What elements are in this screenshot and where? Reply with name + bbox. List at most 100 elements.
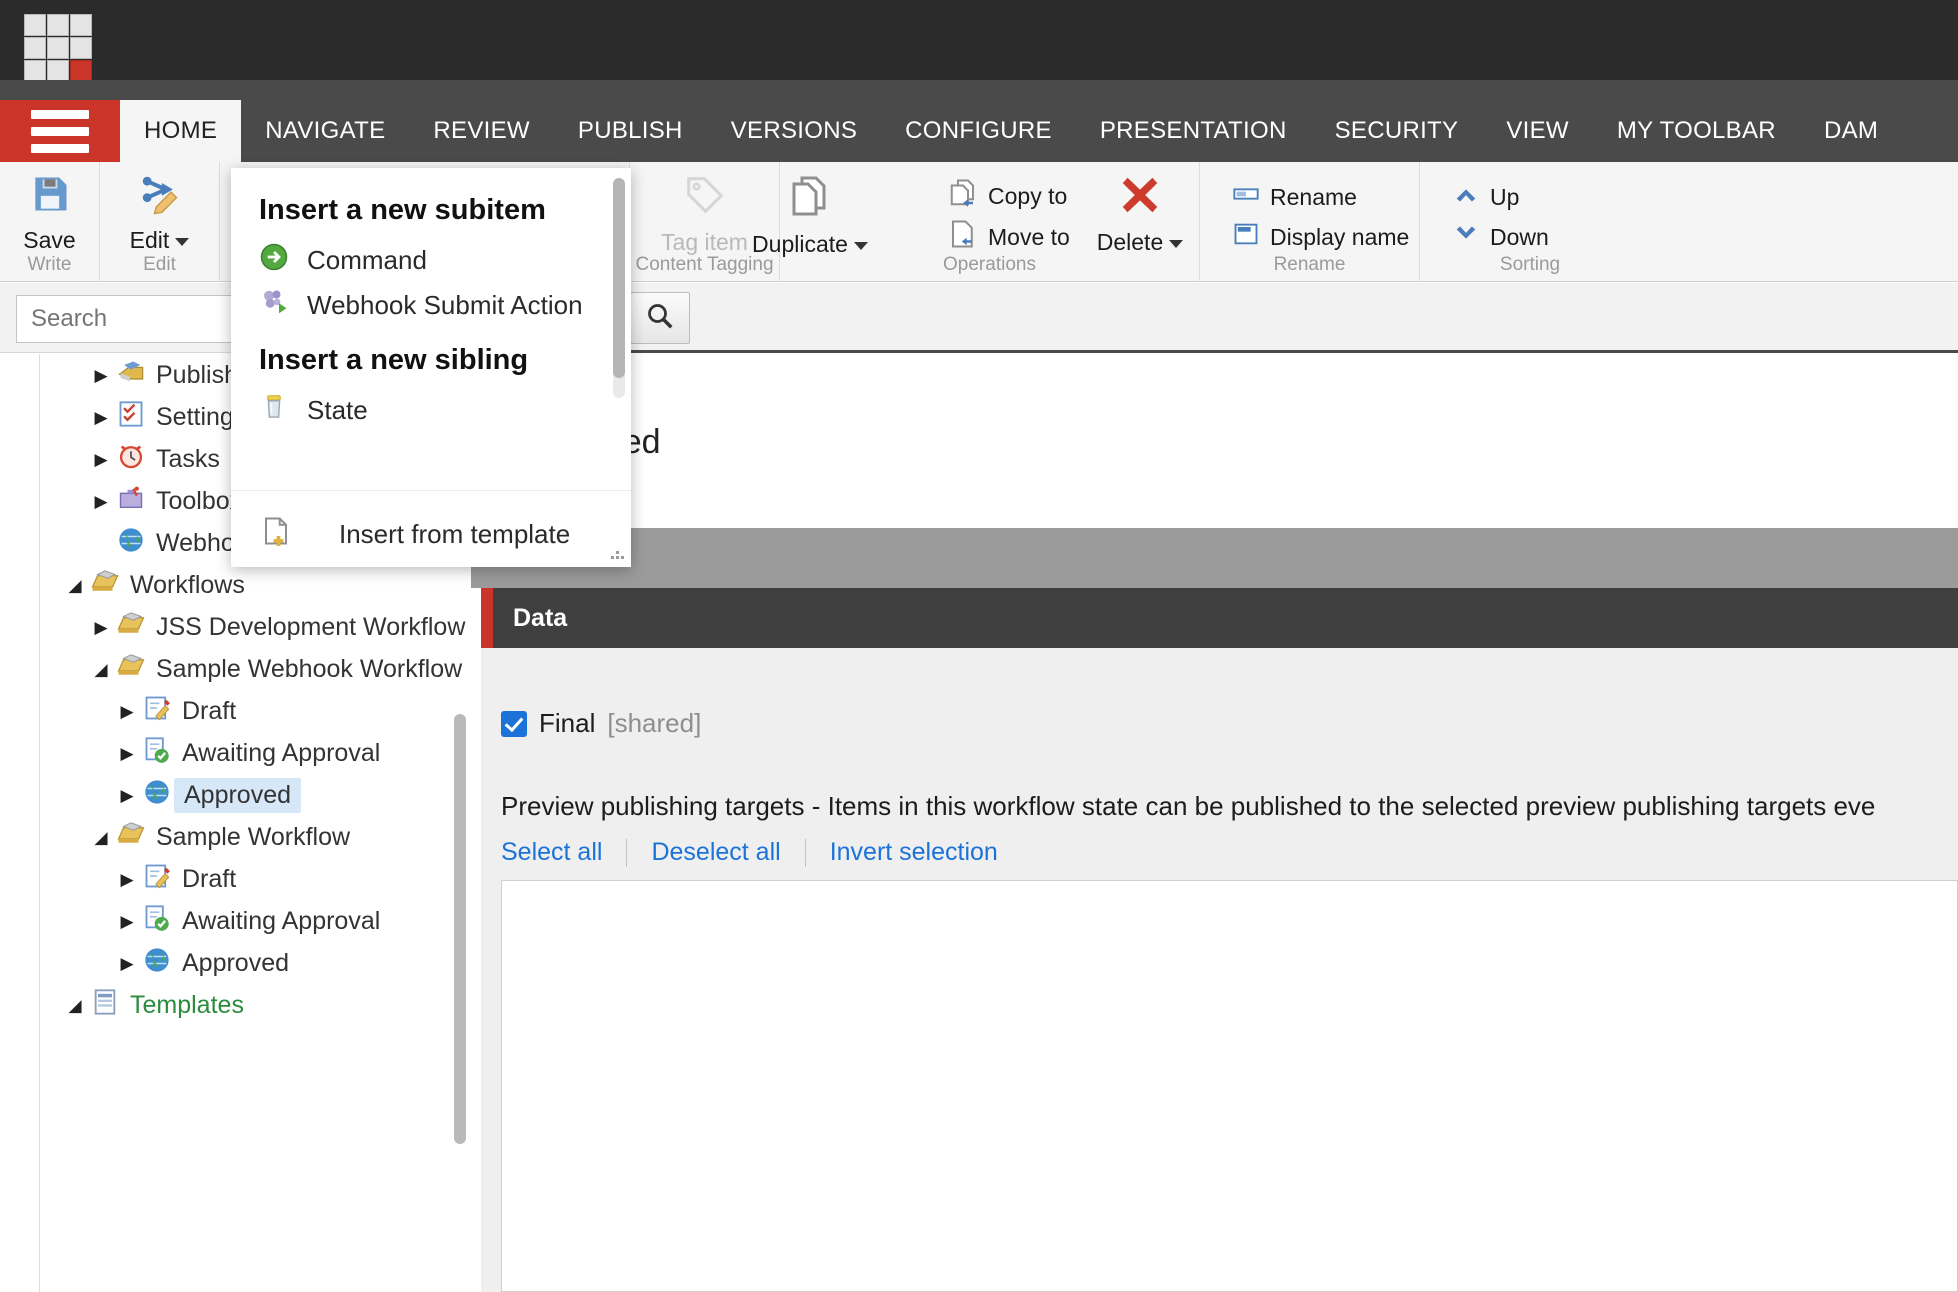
tree-item-approved-2[interactable]: ▶ Approved (0, 942, 470, 984)
logo-cell (24, 37, 46, 59)
tab-security[interactable]: SECURITY (1311, 100, 1483, 162)
tree-item-draft[interactable]: ▶ Draft (0, 690, 470, 732)
tab-view[interactable]: VIEW (1482, 100, 1593, 162)
rename-icon (1232, 180, 1260, 214)
tree-scrollbar[interactable] (454, 714, 466, 1144)
chevron-down-icon[interactable] (1169, 239, 1184, 248)
tree-item-workflows[interactable]: ◢ Workflows (0, 564, 470, 606)
tab-versions[interactable]: VERSIONS (707, 100, 881, 162)
insert-sibling-heading: Insert a new sibling (259, 344, 529, 376)
save-button[interactable]: Save (0, 172, 99, 254)
tab-label: HOME (144, 117, 218, 144)
awaiting-approval-icon (140, 904, 174, 939)
publishing-targets-listbox[interactable] (501, 880, 1958, 1292)
group-label-rename: Rename (1273, 254, 1346, 275)
final-label: Final (539, 708, 596, 738)
green-arrow-icon (259, 242, 289, 279)
popup-scrollbar-thumb[interactable] (613, 178, 625, 378)
logo-cell (47, 60, 69, 82)
insert-option-command[interactable]: Command (259, 242, 427, 279)
chevron-right-icon[interactable]: ▶ (88, 409, 114, 426)
new-document-icon (261, 515, 291, 554)
edit-button[interactable]: Edit (100, 172, 219, 254)
tree-item-sample-workflow[interactable]: ◢ Sample Workflow (0, 816, 470, 858)
down-label: Down (1490, 223, 1549, 250)
tree-item-label: Sample Workflow (156, 822, 351, 851)
tab-publish[interactable]: PUBLISH (554, 100, 707, 162)
chevron-down-icon[interactable]: ◢ (62, 577, 88, 594)
tab-dam[interactable]: DAM (1800, 100, 1902, 162)
publishing-icon (114, 358, 148, 393)
insert-from-template-button[interactable]: Insert from template (261, 515, 570, 554)
workflow-folder-icon (88, 567, 122, 604)
logo-cell (24, 14, 46, 36)
tab-my-toolbar[interactable]: MY TOOLBAR (1593, 100, 1800, 162)
tree-item-templates[interactable]: ◢ Templates (0, 984, 470, 1026)
chevron-right-icon[interactable]: ▶ (114, 871, 140, 888)
tab-review[interactable]: REVIEW (409, 100, 553, 162)
final-checkbox[interactable] (501, 710, 527, 737)
chevron-right-icon[interactable]: ▶ (114, 745, 140, 762)
delete-x-icon (1117, 172, 1163, 223)
tree-item-jss-development-workflow[interactable]: ▶ JSS Development Workflow (0, 606, 470, 648)
invert-selection-link[interactable]: Invert selection (830, 838, 998, 867)
move-down-button[interactable]: Down (1452, 220, 1549, 254)
tree-item-draft-2[interactable]: ▶ Draft (0, 858, 470, 900)
delete-text: Delete (1096, 229, 1164, 255)
globe-icon (140, 946, 174, 981)
chevron-right-icon[interactable]: ▶ (88, 367, 114, 384)
logo-cell (47, 37, 69, 59)
save-floppy-icon (28, 172, 72, 221)
popup-resize-handle[interactable] (611, 548, 625, 562)
save-label: Save (23, 227, 76, 253)
insert-option-state[interactable]: State (259, 392, 368, 429)
workflow-folder-icon (114, 651, 148, 688)
chevron-down-icon[interactable] (853, 241, 868, 250)
hamburger-menu-icon[interactable] (0, 100, 120, 162)
edit-text: Edit (129, 227, 170, 253)
insert-option-label: Command (307, 245, 427, 275)
chevron-down-icon[interactable]: ◢ (62, 997, 88, 1014)
chevron-down-icon[interactable]: ◢ (88, 829, 114, 846)
tab-label: VIEW (1506, 117, 1569, 144)
chevron-right-icon[interactable]: ▶ (114, 703, 140, 720)
sitecore-logo[interactable] (24, 14, 92, 82)
chevron-right-icon[interactable]: ▶ (88, 451, 114, 468)
chevron-right-icon[interactable]: ▶ (114, 955, 140, 972)
tab-configure[interactable]: CONFIGURE (881, 100, 1076, 162)
rename-button[interactable]: Rename (1232, 180, 1357, 214)
edit-pencil-icon (136, 172, 184, 221)
tab-presentation[interactable]: PRESENTATION (1076, 100, 1311, 162)
duplicate-button[interactable]: Duplicate (640, 172, 980, 258)
chevron-right-icon[interactable]: ▶ (88, 493, 114, 510)
insert-option-webhook-submit-action[interactable]: Webhook Submit Action (259, 287, 583, 324)
tree-item-sample-webhook-workflow[interactable]: ◢ Sample Webhook Workflow (0, 648, 470, 690)
tree-item-label: Awaiting Approval (182, 906, 381, 935)
chevron-down-icon[interactable]: ◢ (88, 661, 114, 678)
tree-item-awaiting-approval[interactable]: ▶ Awaiting Approval (0, 732, 470, 774)
delete-label: Delete (1096, 229, 1184, 256)
select-all-link[interactable]: Select all (501, 838, 602, 867)
chevron-right-icon[interactable]: ▶ (88, 619, 114, 636)
tab-label: PRESENTATION (1099, 117, 1287, 144)
data-section-header[interactable]: Data (481, 588, 1958, 648)
tree-item-approved-selected[interactable]: ▶ Approved (0, 774, 470, 816)
tree-item-label: Draft (182, 696, 237, 725)
logo-cell (24, 60, 46, 82)
search-button[interactable] (630, 292, 690, 344)
display-name-button[interactable]: Display name (1232, 220, 1409, 254)
toolbox-icon (114, 484, 148, 519)
tab-home[interactable]: HOME (120, 100, 242, 162)
chevron-down-icon[interactable] (175, 237, 190, 246)
tree-item-label: Tasks (156, 444, 220, 473)
move-up-button[interactable]: Up (1452, 180, 1519, 214)
logo-cell-accent (70, 60, 92, 82)
chevron-right-icon[interactable]: ▶ (114, 787, 140, 804)
tree-item-awaiting-approval-2[interactable]: ▶ Awaiting Approval (0, 900, 470, 942)
tree-item-label: Awaiting Approval (182, 738, 381, 767)
tab-navigate[interactable]: NAVIGATE (241, 100, 409, 162)
ribbon-group-sorting: Up Down Sorting (1420, 162, 1640, 282)
chevron-right-icon[interactable]: ▶ (114, 913, 140, 930)
preview-targets-description: Preview publishing targets - Items in th… (501, 791, 1876, 821)
deselect-all-link[interactable]: Deselect all (651, 838, 780, 867)
